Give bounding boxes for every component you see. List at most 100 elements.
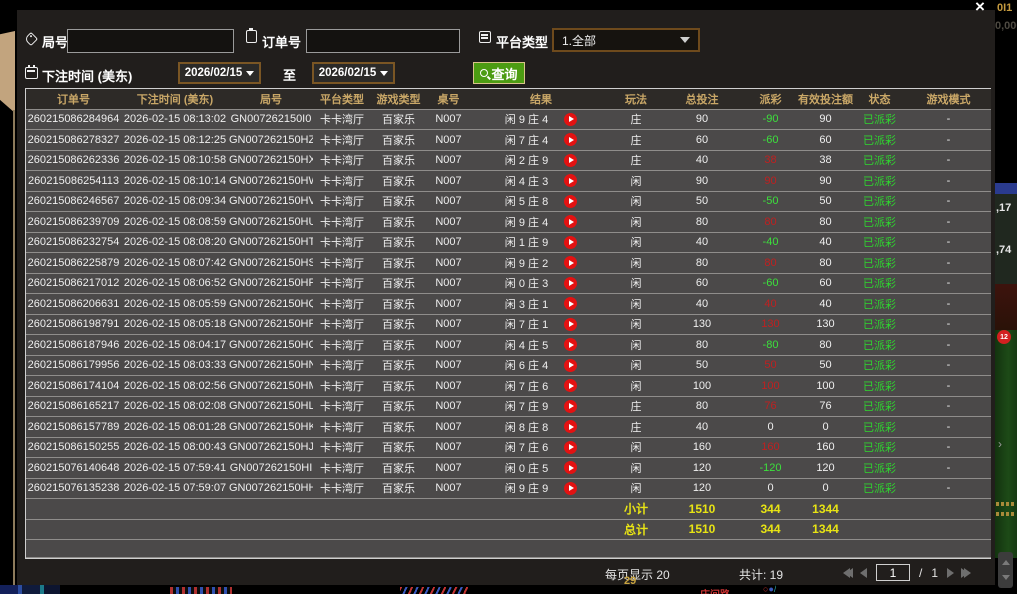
replay-play-icon[interactable] <box>564 297 577 310</box>
table-cell: 卡卡湾厅 <box>313 437 371 458</box>
status-cell: 已派彩 <box>853 396 906 417</box>
table-cell: 闲 <box>611 171 661 192</box>
table-row: 2602150861502552026-02-15 08:00:43GN0072… <box>26 437 991 458</box>
table-cell: N007 <box>426 294 471 315</box>
date-to-picker[interactable]: 2026/02/15 <box>312 62 395 84</box>
table-cell: 百家乐 <box>371 109 426 130</box>
result-cell: 闲 2 庄 9 <box>471 150 611 171</box>
first-page-button[interactable] <box>845 568 851 578</box>
table-cell: GN007262150HN <box>229 355 313 376</box>
payout-cell: -60 <box>743 273 798 294</box>
replay-play-icon[interactable] <box>564 482 577 495</box>
order-no-input[interactable] <box>306 29 460 53</box>
table-cell: 260215086187946 <box>26 335 121 356</box>
payout-cell: 76 <box>743 396 798 417</box>
table-cell: N007 <box>426 458 471 479</box>
table-cell: 260215076140648 <box>26 458 121 479</box>
platform-type-select[interactable]: 1.全部 <box>552 28 700 52</box>
replay-play-icon[interactable] <box>564 359 577 372</box>
status-cell: 已派彩 <box>853 417 906 438</box>
payout-cell: 90 <box>743 171 798 192</box>
summary-label: 小计 <box>611 499 661 520</box>
search-button[interactable]: 查询 <box>473 62 525 84</box>
table-cell: 2026-02-15 08:05:59 <box>121 294 229 315</box>
page-number-input[interactable] <box>876 564 910 581</box>
search-button-label: 查询 <box>491 64 517 83</box>
table-cell: GN007262150HH <box>229 478 313 499</box>
table-cell: 闲 <box>611 478 661 499</box>
table-cell: N007 <box>426 355 471 376</box>
bet-time-label: 下注时间 (美东) <box>42 66 132 85</box>
replay-play-icon[interactable] <box>564 420 577 433</box>
replay-play-icon[interactable] <box>564 133 577 146</box>
table-cell: 2026-02-15 08:03:33 <box>121 355 229 376</box>
table-cell: 60 <box>661 130 743 151</box>
table-cell: 百家乐 <box>371 417 426 438</box>
replay-play-icon[interactable] <box>564 174 577 187</box>
table-cell: N007 <box>426 376 471 397</box>
replay-play-icon[interactable] <box>564 318 577 331</box>
column-header: 玩法 <box>611 89 661 109</box>
result-text: 闲 8 庄 8 <box>505 419 548 435</box>
last-page-button[interactable] <box>963 568 969 578</box>
table-cell: 庄 <box>611 417 661 438</box>
result-text: 闲 7 庄 4 <box>505 132 548 148</box>
page-size-text: 每页显示 20 <box>605 566 670 583</box>
result-cell: 闲 4 庄 3 <box>471 171 611 192</box>
payout-cell: -40 <box>743 232 798 253</box>
table-cell: 百家乐 <box>371 191 426 212</box>
table-row: 2602150761352382026-02-15 07:59:07GN0072… <box>26 478 991 499</box>
replay-play-icon[interactable] <box>564 195 577 208</box>
close-icon[interactable]: × <box>969 0 991 17</box>
platform-type-label: 平台类型 <box>496 32 548 51</box>
next-page-button[interactable] <box>947 568 954 578</box>
table-cell: 260215086150255 <box>26 437 121 458</box>
replay-play-icon[interactable] <box>564 379 577 392</box>
replay-play-icon[interactable] <box>564 400 577 413</box>
table-cell: 2026-02-15 08:05:18 <box>121 314 229 335</box>
table-cell: 2026-02-15 08:10:58 <box>121 150 229 171</box>
table-cell: 卡卡湾厅 <box>313 335 371 356</box>
table-cell: - <box>906 314 991 335</box>
result-text: 闲 9 庄 4 <box>505 111 548 127</box>
game-no-input[interactable] <box>67 29 234 53</box>
replay-play-icon[interactable] <box>564 338 577 351</box>
replay-play-icon[interactable] <box>564 113 577 126</box>
table-cell: 260215086278327 <box>26 130 121 151</box>
table-cell: 2026-02-15 07:59:41 <box>121 458 229 479</box>
payout-cell: 160 <box>743 437 798 458</box>
replay-play-icon[interactable] <box>564 154 577 167</box>
table-cell: 130 <box>798 314 853 335</box>
replay-play-icon[interactable] <box>564 277 577 290</box>
result-cell: 闲 8 庄 8 <box>471 417 611 438</box>
result-cell: 闲 6 庄 4 <box>471 355 611 376</box>
table-cell: 卡卡湾厅 <box>313 273 371 294</box>
replay-play-icon[interactable] <box>564 215 577 228</box>
column-header: 游戏类型 <box>371 89 426 109</box>
table-cell: 260215086157789 <box>26 417 121 438</box>
prev-page-button[interactable] <box>860 568 867 578</box>
result-cell: 闲 3 庄 1 <box>471 294 611 315</box>
table-cell: 百家乐 <box>371 335 426 356</box>
table-cell: N007 <box>426 150 471 171</box>
table-cell: 卡卡湾厅 <box>313 294 371 315</box>
table-cell: 2026-02-15 08:13:02 <box>121 109 229 130</box>
table-row: 2602150862170122026-02-15 08:06:52GN0072… <box>26 273 991 294</box>
replay-play-icon[interactable] <box>564 441 577 454</box>
table-cell: GN007262150HJ <box>229 437 313 458</box>
table-cell: 2026-02-15 08:08:20 <box>121 232 229 253</box>
replay-play-icon[interactable] <box>564 461 577 474</box>
column-header: 派彩 <box>743 89 798 109</box>
table-cell: - <box>906 417 991 438</box>
date-from-picker[interactable]: 2026/02/15 <box>178 62 261 84</box>
summary-total-bet: 1510 <box>661 519 743 540</box>
replay-play-icon[interactable] <box>564 256 577 269</box>
background-panel: ,17 ,74 <box>995 194 1017 284</box>
table-cell: 2026-02-15 08:02:08 <box>121 396 229 417</box>
table-cell: 260215086225879 <box>26 253 121 274</box>
table-cell: 庄 <box>611 150 661 171</box>
background-fragment-roadmap <box>0 585 60 594</box>
table-cell: 60 <box>798 273 853 294</box>
replay-play-icon[interactable] <box>564 236 577 249</box>
status-cell: 已派彩 <box>853 109 906 130</box>
